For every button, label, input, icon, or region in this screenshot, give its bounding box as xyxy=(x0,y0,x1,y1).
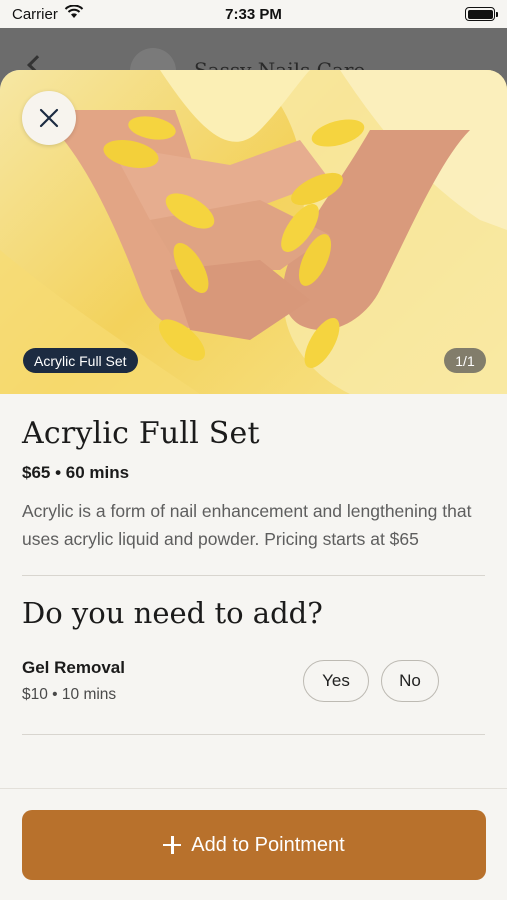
divider xyxy=(22,734,485,735)
close-button[interactable] xyxy=(22,91,76,145)
nails-photo-illustration xyxy=(0,70,507,394)
addon-yes-button[interactable]: Yes xyxy=(303,660,369,702)
carrier-label: Carrier xyxy=(12,5,58,23)
add-to-pointment-label: Add to Pointment xyxy=(191,833,345,856)
battery-icon xyxy=(465,7,498,21)
service-content: Acrylic Full Set $65 • 60 mins Acrylic i… xyxy=(0,416,507,735)
service-image: Acrylic Full Set 1/1 xyxy=(0,70,507,394)
addon-price-duration: $10 • 10 mins xyxy=(22,686,117,703)
addon-row: Gel Removal $10 • 10 mins Yes No xyxy=(22,658,485,704)
addon-info: Gel Removal $10 • 10 mins xyxy=(22,658,303,704)
service-tag: Acrylic Full Set xyxy=(23,348,138,373)
status-bar: Carrier 7:33 PM xyxy=(0,0,507,28)
footer-bar: Add to Pointment xyxy=(0,788,507,900)
wifi-icon xyxy=(64,4,84,23)
addon-no-button[interactable]: No xyxy=(381,660,439,702)
addons-title: Do you need to add? xyxy=(22,596,323,630)
service-description: Acrylic is a form of nail enhancement an… xyxy=(22,501,472,549)
service-name: Acrylic Full Set xyxy=(22,416,260,451)
service-price-duration: $65 • 60 mins xyxy=(22,463,130,482)
status-left: Carrier xyxy=(12,4,192,23)
status-time: 7:33 PM xyxy=(225,5,282,23)
add-to-pointment-button[interactable]: Add to Pointment xyxy=(22,810,486,880)
addon-name: Gel Removal xyxy=(22,658,125,677)
service-detail-sheet: Acrylic Full Set 1/1 Acrylic Full Set $6… xyxy=(0,70,507,900)
status-right xyxy=(315,7,498,21)
plus-icon xyxy=(163,836,182,854)
close-icon xyxy=(39,108,59,128)
divider xyxy=(22,575,485,576)
image-counter: 1/1 xyxy=(444,348,486,373)
